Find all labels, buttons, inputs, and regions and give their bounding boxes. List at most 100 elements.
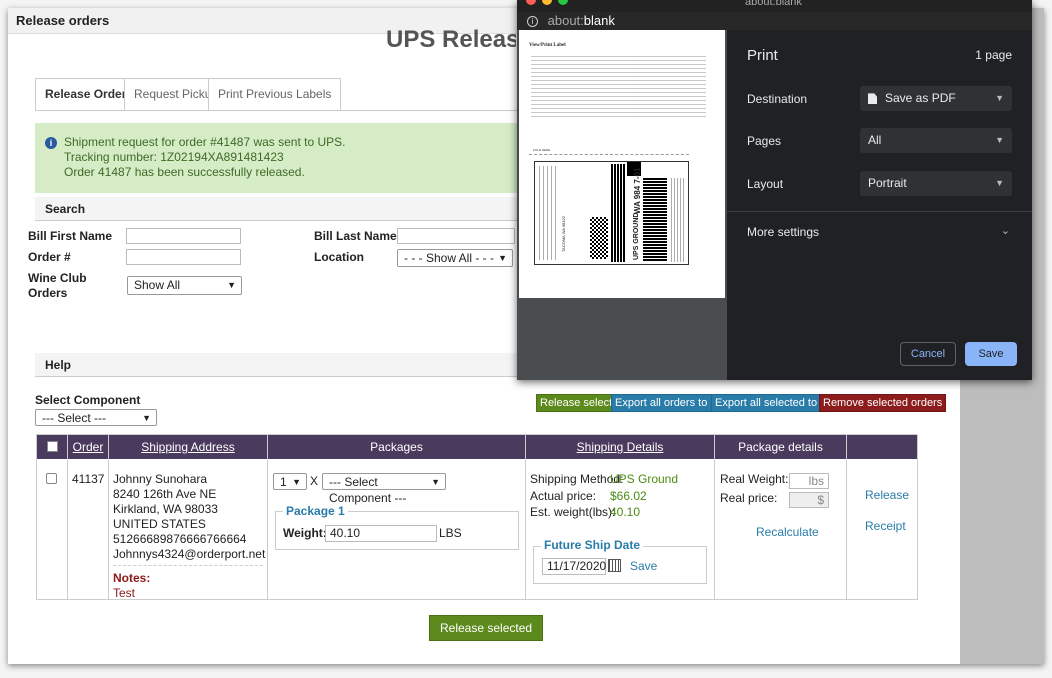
label-route-text: WA 984 7-01 — [633, 167, 642, 214]
wine-club-select[interactable]: Show All ▼ — [127, 276, 242, 295]
actual-price-label: Actual price: — [530, 489, 597, 503]
bill-last-name-label: Bill Last Name — [314, 229, 397, 243]
real-price-input[interactable]: $ — [789, 492, 829, 508]
address-city: Kirkland, WA 98033 — [113, 502, 218, 516]
label-city-text: TACOMA WA 98422 — [561, 215, 566, 252]
help-section-header: Help — [35, 353, 525, 377]
col-divider — [846, 435, 847, 599]
search-title: Search — [45, 202, 86, 216]
order-number-input[interactable] — [126, 249, 241, 265]
select-component-value: --- Select --- — [42, 411, 106, 425]
address-email: Johnnys4324@orderport.net — [113, 547, 266, 561]
close-dot-icon[interactable] — [526, 0, 536, 5]
save-ship-date-link[interactable]: Save — [630, 559, 657, 574]
col-divider — [108, 435, 109, 599]
release-selected-bottom-button[interactable]: Release selected — [429, 615, 544, 641]
alert-line-1: Shipment request for order #41487 was se… — [64, 135, 346, 149]
save-button[interactable]: Save — [965, 342, 1017, 366]
address-country: UNITED STATES — [113, 517, 206, 531]
dialog-window-title: about:blank — [745, 0, 802, 8]
label-barcode-block — [611, 164, 625, 262]
future-ship-title: Future Ship Date — [541, 538, 644, 552]
alert-line-3: Order 41487 has been successfully releas… — [64, 165, 305, 179]
col-divider — [67, 435, 68, 599]
search-section-header: Search — [35, 197, 525, 221]
wine-club-label-line1: Wine Club — [28, 271, 87, 285]
weight-label: Weight: — [283, 526, 327, 540]
address-street: 8240 126th Ave NE — [113, 487, 217, 501]
package-qty-select[interactable]: 1 ▼ — [273, 473, 307, 490]
chevron-down-icon: ▼ — [292, 477, 301, 487]
print-dialog: about:blank i about:blank View/Print Lab… — [517, 0, 1032, 380]
receipt-link[interactable]: Receipt — [865, 519, 906, 534]
location-select[interactable]: - - - Show All - - - ▼ — [397, 249, 513, 267]
est-weight-value: 40.10 — [610, 505, 641, 519]
select-component-dropdown[interactable]: --- Select --- ▼ — [35, 409, 157, 426]
header-packages: Packages — [370, 440, 423, 454]
weight-unit: LBS — [439, 526, 462, 540]
document-icon — [868, 93, 877, 105]
package-qty-value: 1 — [280, 475, 287, 489]
package-title: Package 1 — [283, 504, 348, 518]
select-all-checkbox[interactable] — [47, 441, 58, 452]
bill-last-name-input[interactable] — [397, 228, 515, 244]
real-weight-unit: lbs — [808, 474, 824, 488]
remove-selected-button[interactable]: Remove selected orders — [819, 394, 947, 412]
maximize-dot-icon[interactable] — [558, 0, 568, 5]
pages-select[interactable]: All ▼ — [860, 128, 1012, 153]
table-header: Order Shipping Address Packages Shipping… — [37, 435, 917, 459]
info-icon: i — [45, 137, 57, 149]
help-title: Help — [45, 358, 72, 372]
chevron-down-icon: ▼ — [995, 93, 1004, 103]
destination-select[interactable]: Save as PDF ▼ — [860, 86, 1012, 111]
future-ship-date-input[interactable]: 11/17/2020 — [542, 558, 606, 575]
chevron-down-icon: ▼ — [227, 280, 236, 290]
header-order[interactable]: Order — [68, 435, 108, 459]
header-shipping-address[interactable]: Shipping Address — [109, 435, 267, 459]
layout-value: Portrait — [868, 176, 907, 190]
print-preview-page: View/Print Label FOLD HERE WA 984 7-01 U… — [519, 30, 725, 298]
row-checkbox[interactable] — [46, 473, 57, 484]
orders-table: Order Shipping Address Packages Shipping… — [36, 434, 918, 600]
more-settings-toggle[interactable]: More settings — [747, 225, 819, 239]
preview-fold-label: FOLD HERE — [533, 148, 551, 152]
address-phone: 51266689876666766664 — [113, 532, 247, 546]
settings-divider — [727, 211, 1032, 212]
label-qr-block — [590, 217, 608, 259]
header-package-details: Package details — [738, 440, 823, 454]
col-divider — [714, 435, 715, 599]
real-weight-label: Real Weight: — [720, 472, 789, 486]
ups-release-title: UPS Release To — [386, 26, 516, 53]
url-bold: blank — [583, 13, 615, 28]
row-order-number: 41137 — [72, 472, 105, 486]
bill-first-name-label: Bill First Name — [28, 229, 113, 243]
destination-value: Save as PDF — [885, 91, 956, 105]
package-component-select[interactable]: --- Select Component --- ▼ — [322, 473, 446, 505]
info-circle-icon: i — [527, 16, 538, 28]
col-divider — [525, 435, 526, 599]
success-alert: i Shipment request for order #41487 was … — [35, 123, 525, 193]
pages-value: All — [868, 133, 882, 147]
location-label: Location — [314, 250, 364, 264]
weight-input[interactable]: 40.10 — [325, 525, 437, 542]
minimize-dot-icon[interactable] — [542, 0, 552, 5]
tab-print-previous-labels[interactable]: Print Previous Labels — [208, 78, 342, 110]
shipping-method-value: UPS Ground — [610, 472, 679, 486]
bill-first-name-input[interactable] — [126, 228, 241, 244]
calendar-icon[interactable] — [608, 559, 621, 572]
preview-fold-line — [529, 154, 689, 155]
label-right-lines — [671, 178, 685, 262]
chevron-down-icon: ▼ — [431, 477, 440, 487]
chevron-down-icon[interactable]: ⌄ — [1001, 224, 1010, 237]
real-price-unit: $ — [817, 493, 824, 507]
layout-select[interactable]: Portrait ▼ — [860, 171, 1012, 196]
release-link[interactable]: Release — [865, 488, 909, 503]
notes-label: Notes: — [113, 571, 151, 585]
recalculate-link[interactable]: Recalculate — [756, 525, 819, 540]
address-name: Johnny Sunohara — [113, 472, 208, 486]
cancel-button[interactable]: Cancel — [900, 342, 956, 366]
real-weight-input[interactable]: lbs — [789, 473, 829, 489]
header-shipping-details[interactable]: Shipping Details — [526, 435, 714, 459]
layout-label: Layout — [747, 177, 784, 191]
label-service-text: UPS GROUND — [633, 212, 640, 260]
